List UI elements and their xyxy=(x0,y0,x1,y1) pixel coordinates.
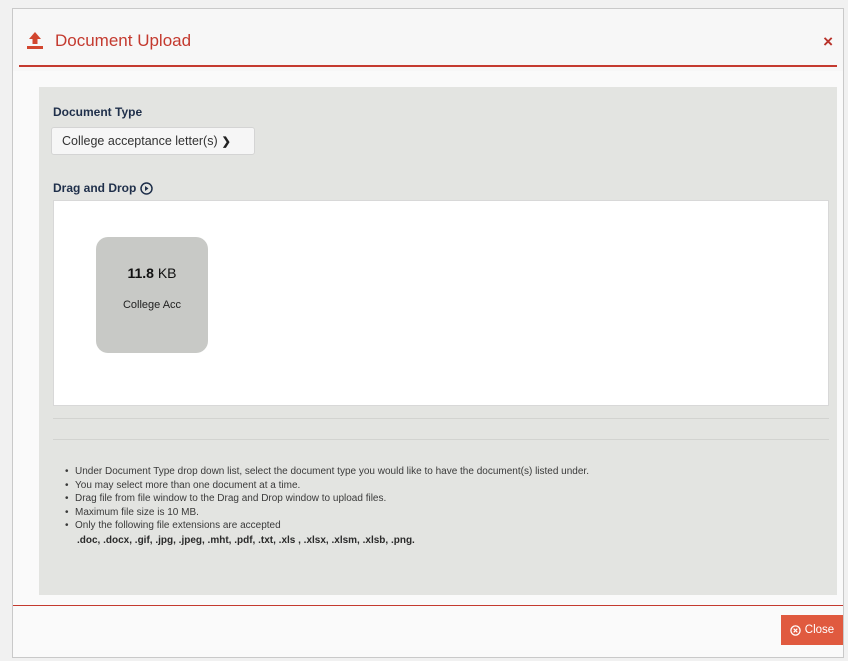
divider xyxy=(53,439,829,440)
accepted-extensions: .doc, .docx, .gif, .jpg, .jpeg, .mht, .p… xyxy=(77,534,415,546)
info-circle-icon[interactable] xyxy=(140,181,154,195)
modal-title-group: Document Upload xyxy=(25,31,191,51)
instruction-item: Only the following file extensions are a… xyxy=(65,519,589,533)
drag-drop-label-group: Drag and Drop xyxy=(53,181,154,195)
instruction-item: Under Document Type drop down list, sele… xyxy=(65,465,589,479)
drag-drop-label: Drag and Drop xyxy=(53,181,137,195)
file-size-value: 11.8 xyxy=(127,265,154,281)
document-type-select[interactable]: College acceptance letter(s) ❯ xyxy=(51,127,255,155)
file-size: 11.8 KB xyxy=(96,265,208,281)
chevron-down-icon: ❯ xyxy=(221,135,231,148)
file-name: College Acc xyxy=(122,299,182,311)
modal-title: Document Upload xyxy=(55,31,192,50)
modal-body: Document Type College acceptance letter(… xyxy=(39,87,837,595)
document-type-selected-value: College acceptance letter(s) xyxy=(62,134,218,148)
modal-header: Document Upload × xyxy=(13,9,843,71)
footer-divider xyxy=(13,605,843,606)
uploaded-file-tile[interactable]: 11.8 KB College Acc xyxy=(96,237,208,353)
circle-x-icon xyxy=(790,624,801,636)
close-button[interactable]: Close xyxy=(781,615,843,645)
divider xyxy=(53,418,829,419)
drag-drop-zone[interactable]: 11.8 KB College Acc xyxy=(53,200,829,406)
upload-icon xyxy=(25,31,45,51)
instruction-item: Drag file from file window to the Drag a… xyxy=(65,492,589,506)
file-size-unit: KB xyxy=(157,265,177,281)
instruction-item: You may select more than one document at… xyxy=(65,479,589,493)
instruction-item: Maximum file size is 10 MB. xyxy=(65,506,589,520)
close-button-label: Close xyxy=(804,624,835,636)
upload-instructions: Under Document Type drop down list, sele… xyxy=(65,465,589,547)
document-upload-modal: Document Upload × Document Type College … xyxy=(12,8,844,658)
document-type-label: Document Type xyxy=(53,105,143,119)
close-icon[interactable]: × xyxy=(823,33,833,50)
header-divider xyxy=(19,65,837,67)
